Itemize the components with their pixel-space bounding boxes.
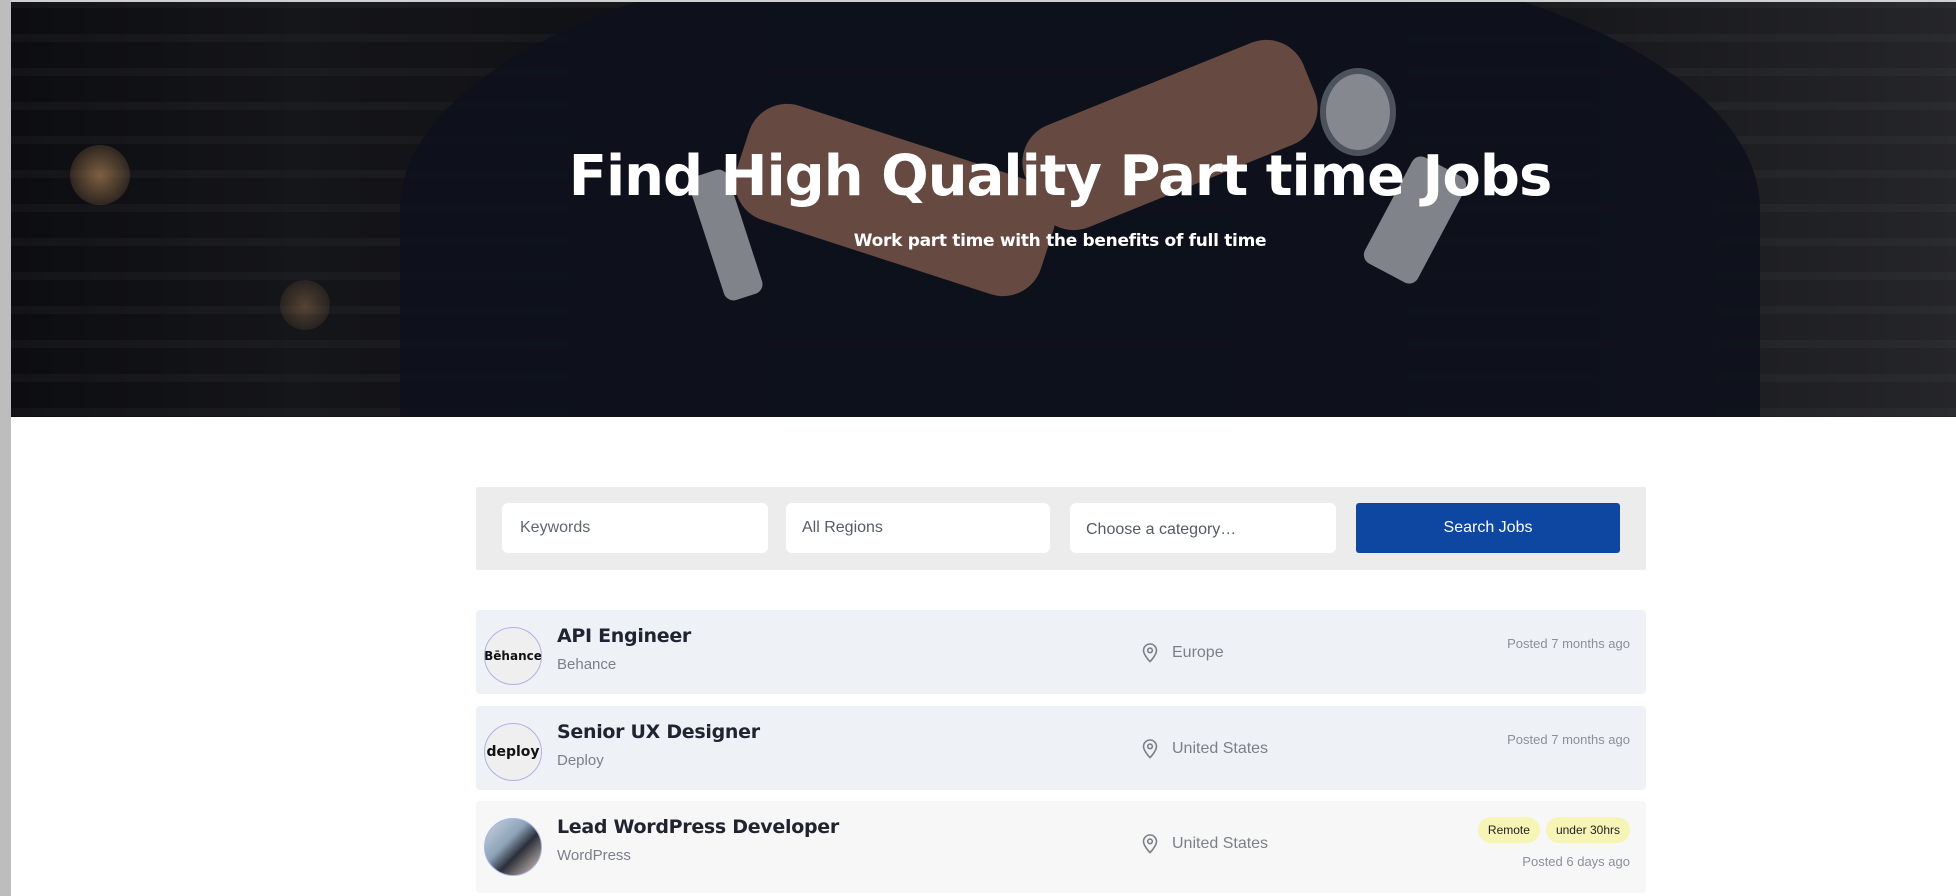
job-listing[interactable]: Lead WordPress Developer WordPress Unite… <box>476 801 1646 893</box>
tag-hours: under 30hrs <box>1545 817 1630 843</box>
hero-title: Find High Quality Part time Jobs <box>568 144 1553 209</box>
region-select-value: All Regions <box>802 519 883 536</box>
job-search-form: All Regions Choose a category… Search Jo… <box>476 487 1646 570</box>
posted-date: Posted 7 months ago <box>1507 732 1630 747</box>
map-pin-icon <box>1142 739 1158 759</box>
posted-date: Posted 6 days ago <box>1522 854 1630 869</box>
company-logo <box>484 818 542 876</box>
location-text: United States <box>1172 740 1269 757</box>
job-location: United States <box>1142 834 1268 854</box>
category-select[interactable]: Choose a category… <box>1070 503 1336 553</box>
company-name: WordPress <box>557 847 631 864</box>
job-tags: Remote under 30hrs <box>1477 817 1630 843</box>
map-pin-icon <box>1142 643 1158 663</box>
company-logo: deploy <box>484 723 542 781</box>
job-listing[interactable]: Bēhance API Engineer Behance Europe Post… <box>476 610 1646 694</box>
location-text: United States <box>1172 835 1269 852</box>
job-title[interactable]: Lead WordPress Developer <box>557 816 839 838</box>
company-logo-text: Bēhance <box>484 649 542 663</box>
company-logo: Bēhance <box>484 627 542 685</box>
search-jobs-button[interactable]: Search Jobs <box>1356 503 1620 553</box>
job-location: United States <box>1142 739 1268 759</box>
job-listing[interactable]: deploy Senior UX Designer Deploy United … <box>476 706 1646 790</box>
top-border <box>0 0 1956 2</box>
keywords-field[interactable] <box>502 503 768 553</box>
company-logo-text: deploy <box>486 744 540 760</box>
hero-subtitle: Work part time with the benefits of full… <box>853 231 1267 251</box>
company-name: Deploy <box>557 752 604 769</box>
job-title[interactable]: API Engineer <box>557 625 691 647</box>
company-name: Behance <box>557 656 617 673</box>
location-text: Europe <box>1172 644 1224 661</box>
category-select-value: Choose a category… <box>1086 521 1237 538</box>
tag-remote: Remote <box>1477 817 1540 843</box>
job-title[interactable]: Senior UX Designer <box>557 721 760 743</box>
map-pin-icon <box>1142 834 1158 854</box>
posted-date: Posted 7 months ago <box>1507 636 1630 651</box>
left-scroll-edge <box>0 0 11 896</box>
keywords-input[interactable] <box>518 518 768 538</box>
region-select[interactable]: All Regions <box>786 503 1050 553</box>
hero-banner: Find High Quality Part time Jobs Work pa… <box>0 0 1956 417</box>
job-location: Europe <box>1142 643 1224 663</box>
